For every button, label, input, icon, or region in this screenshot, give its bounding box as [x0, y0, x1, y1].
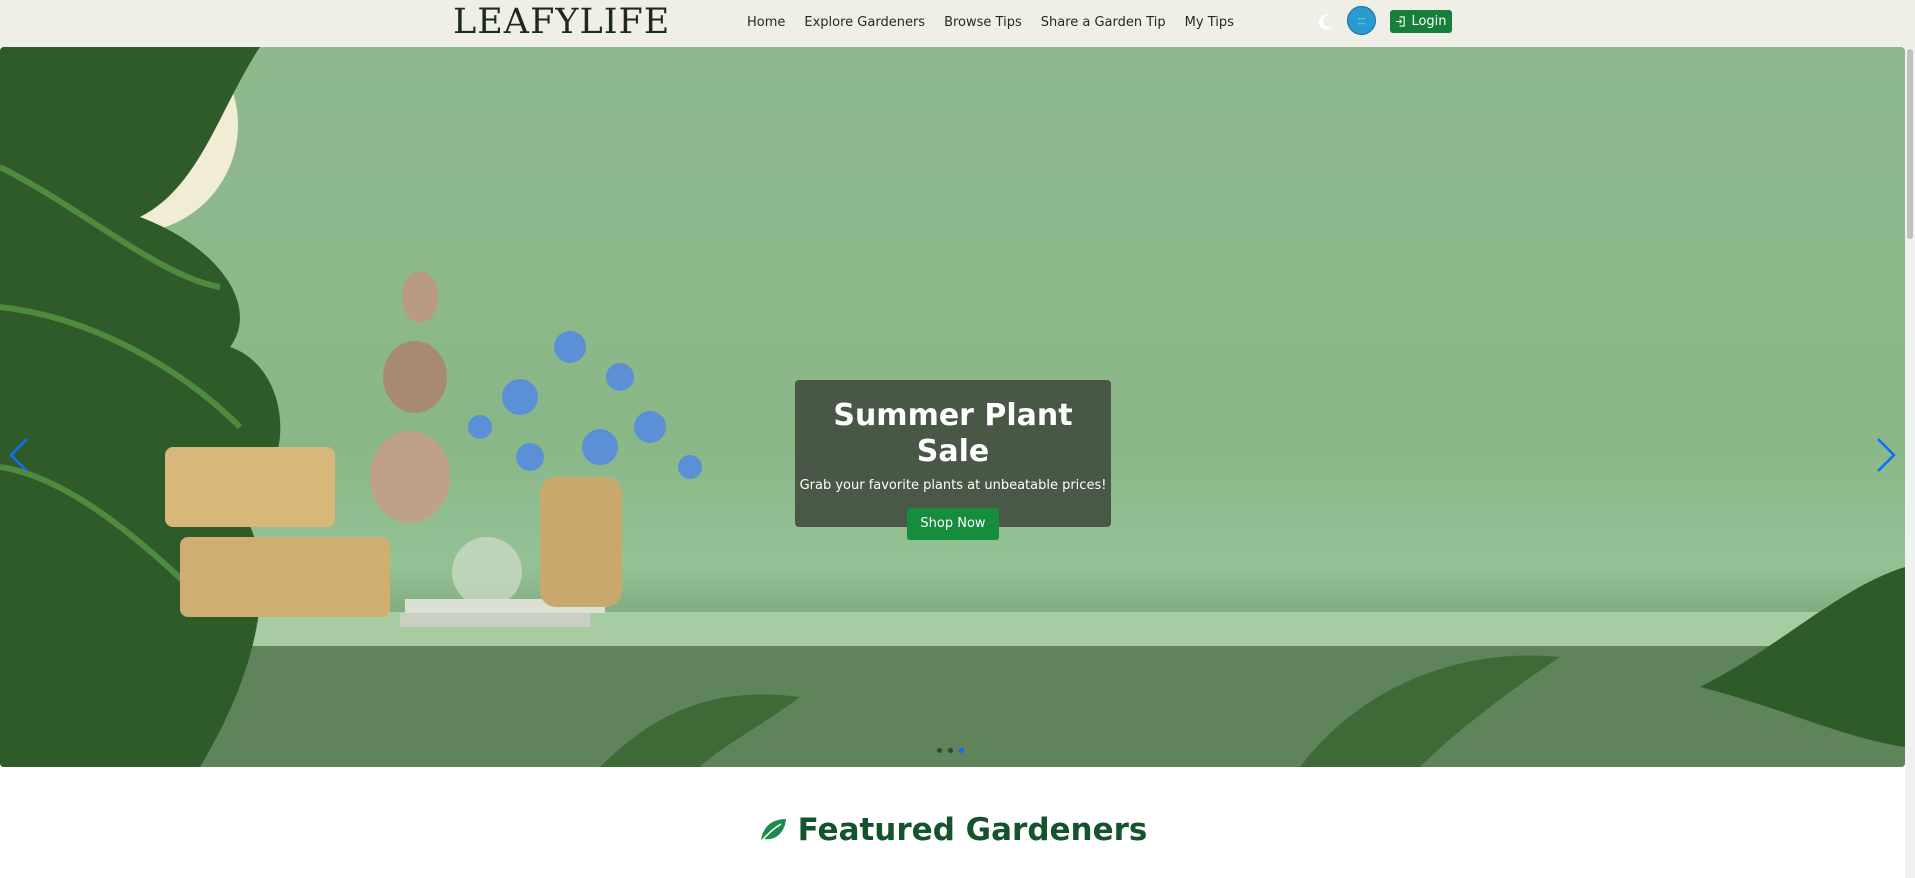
nav-link-my-tips[interactable]: My Tips [1185, 15, 1234, 30]
carousel-prev-button[interactable] [7, 437, 31, 473]
nav-links: Home Explore Gardeners Browse Tips Share… [747, 0, 1253, 44]
carousel-dot-2[interactable] [948, 748, 953, 753]
nav-link-browse-tips[interactable]: Browse Tips [944, 15, 1022, 30]
carousel-caption: Summer Plant Sale Grab your favorite pla… [795, 380, 1111, 540]
sign-in-icon [1396, 16, 1406, 27]
nav-link-home[interactable]: Home [747, 15, 785, 30]
leaf-icon [760, 819, 786, 843]
carousel-indicators [937, 748, 964, 753]
login-button[interactable]: Login [1390, 10, 1452, 33]
carousel-title: Summer Plant Sale [833, 398, 1073, 469]
chevron-right-icon [1877, 438, 1896, 472]
featured-gardeners-title: Featured Gardeners [797, 812, 1148, 848]
user-avatar[interactable]: ⌁⌁⌁ ⌁⌁⌁ [1347, 6, 1376, 35]
page-scrollbar-thumb[interactable] [1907, 49, 1913, 239]
moon-icon [1318, 14, 1333, 30]
carousel-dot-1[interactable] [937, 748, 942, 753]
avatar-image: ⌁⌁⌁ ⌁⌁⌁ [1357, 15, 1366, 26]
shop-now-button[interactable]: Shop Now [907, 508, 999, 540]
nav-link-share-garden-tip[interactable]: Share a Garden Tip [1041, 15, 1166, 30]
carousel-dot-3[interactable] [959, 748, 964, 753]
site-logo[interactable]: LEAFYLIFE [453, 2, 670, 42]
login-label: Login [1411, 14, 1447, 29]
navbar: LEAFYLIFE Home Explore Gardeners Browse … [0, 0, 1915, 47]
hero-carousel: Summer Plant Sale Grab your favorite pla… [0, 47, 1905, 767]
chevron-left-icon [9, 438, 28, 472]
featured-gardeners-heading: Featured Gardeners [0, 812, 1905, 848]
carousel-subtitle: Grab your favorite plants at unbeatable … [799, 478, 1107, 493]
nav-link-explore-gardeners[interactable]: Explore Gardeners [804, 15, 925, 30]
carousel-next-button[interactable] [1874, 437, 1898, 473]
theme-toggle-button[interactable] [1316, 12, 1336, 32]
